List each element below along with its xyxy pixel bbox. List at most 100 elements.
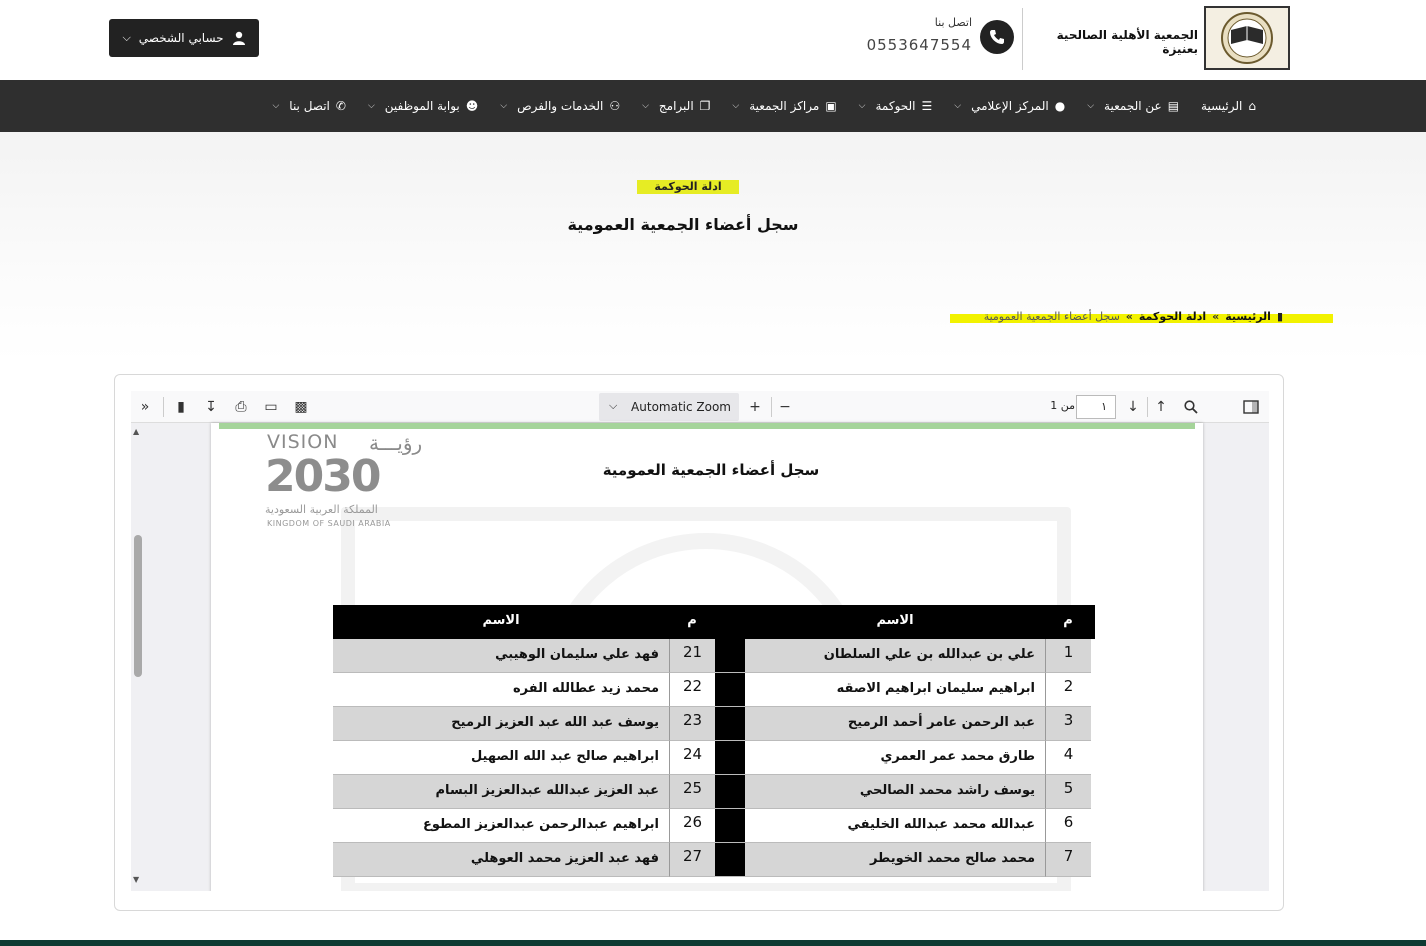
nav-item-media[interactable]: ● المركز الإعلامي ⌵ xyxy=(954,99,1065,113)
minus-icon: − xyxy=(779,399,791,415)
table-spacer xyxy=(715,775,745,809)
print-icon: ⎙ xyxy=(235,399,247,415)
header-number-left: م xyxy=(687,613,697,628)
row-number-cell: 27 xyxy=(669,843,715,877)
row-number-cell: 23 xyxy=(669,707,715,741)
toolbar-separator xyxy=(1147,397,1148,417)
section-kicker: ادلة الحوكمة xyxy=(637,180,739,194)
page-number-input[interactable]: ١ xyxy=(1076,395,1116,419)
row-number-cell: 4 xyxy=(1045,741,1091,775)
my-account-button[interactable]: حسابي الشخصي ⌵ xyxy=(109,19,259,57)
vision-number: 2030 xyxy=(265,451,381,502)
nav-label: الخدمات والفرص xyxy=(517,99,604,113)
header-name-left: الاسم xyxy=(482,613,520,628)
next-page-button[interactable]: ↓ xyxy=(1121,395,1145,419)
row-number-cell: 22 xyxy=(669,673,715,707)
org-logo[interactable] xyxy=(1204,6,1290,70)
contact-label: اتصل بنا xyxy=(934,16,972,29)
nav-item-services[interactable]: ⚇ الخدمات والفرص ⌵ xyxy=(500,99,620,113)
zoom-in-button[interactable]: + xyxy=(743,395,767,419)
footer-strip xyxy=(0,940,1426,946)
phone-button[interactable] xyxy=(980,20,1014,54)
header-number-right: م xyxy=(1063,613,1073,628)
sidebar-icon xyxy=(1243,400,1259,414)
nav-label: اتصل بنا xyxy=(289,99,330,113)
member-name-cell: ابراهيم سليمان ابراهيم الاصقه xyxy=(745,673,1045,707)
chevron-down-icon: ⌵ xyxy=(609,399,618,412)
presentation-icon: ▩ xyxy=(294,399,308,415)
page-top-border xyxy=(219,423,1195,429)
find-button[interactable] xyxy=(1179,395,1203,419)
nav-item-employees[interactable]: ☻ بوابة الموظفين ⌵ xyxy=(368,99,478,113)
search-icon xyxy=(1184,400,1198,414)
breadcrumb-section-link[interactable]: ادلة الحوكمة xyxy=(1139,310,1206,323)
users-icon: ⚇ xyxy=(609,99,621,113)
nav-item-home[interactable]: ⌂ الرئيسية xyxy=(1201,99,1256,113)
bookmark-button[interactable]: ▮ xyxy=(169,395,193,419)
chevron-down-icon: ⌵ xyxy=(954,101,962,111)
member-name-cell: عبد الرحمن عامر أحمد الرميح xyxy=(745,707,1045,741)
scroll-down-icon[interactable]: ▼ xyxy=(133,875,139,884)
table-spacer xyxy=(715,741,745,775)
toolbar-separator xyxy=(163,397,164,417)
row-number-cell: 7 xyxy=(1045,843,1091,877)
copy-icon: ❐ xyxy=(699,99,711,113)
nav-item-centers[interactable]: ▣ مراكز الجمعية ⌵ xyxy=(732,99,836,113)
page-title: سجل أعضاء الجمعية العمومية xyxy=(548,215,818,241)
my-account-label: حسابي الشخصي xyxy=(138,31,224,45)
chevron-down-icon: ⌵ xyxy=(1087,101,1095,111)
breadcrumb-current: سجل أعضاء الجمعية العمومية xyxy=(983,309,1120,323)
breadcrumb-home-link[interactable]: الرئيسية xyxy=(1225,310,1271,323)
previous-page-button[interactable]: ↑ xyxy=(1149,395,1173,419)
zoom-out-button[interactable]: − xyxy=(773,395,797,419)
folder-icon: ▣ xyxy=(825,99,837,113)
kingdom-english-text: KINGDOM OF SAUDI ARABIA xyxy=(267,519,391,528)
contact-phone-number[interactable]: 0553647554 xyxy=(860,36,972,54)
user-plus-icon: ☻ xyxy=(465,99,479,113)
vertical-scrollbar[interactable]: ▲ ▼ xyxy=(131,423,145,891)
row-number-cell: 2 xyxy=(1045,673,1091,707)
nav-item-contact[interactable]: ✆ اتصل بنا ⌵ xyxy=(272,99,346,113)
member-name-cell: فهد علي سليمان الوهيبي xyxy=(333,639,669,673)
row-number-cell: 25 xyxy=(669,775,715,809)
row-number-cell: 24 xyxy=(669,741,715,775)
header-divider xyxy=(1022,8,1023,70)
org-name[interactable]: الجمعية الأهلية الصالحية بعنيزة xyxy=(1030,28,1198,56)
scroll-thumb[interactable] xyxy=(134,535,142,677)
bookmark-icon: ▮ xyxy=(1276,309,1283,323)
download-icon: ↧ xyxy=(205,399,217,415)
chevron-down-icon: ⌵ xyxy=(732,101,740,111)
phone-icon xyxy=(990,30,1004,44)
nav-item-programs[interactable]: ❐ البرامج ⌵ xyxy=(642,99,710,113)
nav-item-governance[interactable]: ☰ الحوكمة ⌵ xyxy=(859,99,933,113)
pdf-card: » ▮ ↧ ⎙ ▭ ▩ ⌵ Automatic Zoom + − من 1 ١ … xyxy=(114,374,1284,911)
member-name-cell: محمد صالح محمد الخويطر xyxy=(745,843,1045,877)
nav-item-about[interactable]: ▤ عن الجمعية ⌵ xyxy=(1087,99,1179,113)
zoom-select[interactable]: ⌵ Automatic Zoom xyxy=(599,393,739,421)
header-name-right: الاسم xyxy=(876,613,914,628)
page-hero: ادلة الحوكمة سجل أعضاء الجمعية العمومية … xyxy=(0,132,1426,362)
row-number-cell: 3 xyxy=(1045,707,1091,741)
member-name-cell: ابراهيم عبدالرحمن عبدالعزيز المطوع xyxy=(333,809,669,843)
member-name-cell: طارق محمد عمر العمري xyxy=(745,741,1045,775)
chevron-down-icon: ⌵ xyxy=(272,101,280,111)
presentation-mode-button[interactable]: ▩ xyxy=(289,395,313,419)
scroll-up-icon[interactable]: ▲ xyxy=(133,427,139,436)
row-number-cell: 1 xyxy=(1045,639,1091,673)
print-button[interactable]: ⎙ xyxy=(229,395,253,419)
sidebar-toggle-button[interactable] xyxy=(1239,395,1263,419)
chevron-down-icon: ⌵ xyxy=(500,101,508,111)
table-spacer xyxy=(715,639,745,673)
table-row: 5 يوسف راشد محمد الصالحي 25 عبد العزيز عبدا… xyxy=(333,775,1095,809)
open-file-button[interactable]: ▭ xyxy=(259,395,283,419)
nav-label: المركز الإعلامي xyxy=(971,99,1049,113)
table-row: 6 عبدالله محمد عبدالله الخليفي 26 ابراهيم ع… xyxy=(333,809,1095,843)
nav-label: الحوكمة xyxy=(875,99,916,113)
member-name-cell: عبد العزيز عبدالله عبدالعزيز البسام xyxy=(333,775,669,809)
tools-menu-button[interactable]: » xyxy=(133,395,157,419)
phone-icon: ✆ xyxy=(335,99,346,113)
row-number-cell: 5 xyxy=(1045,775,1091,809)
table-row: 1 علي بن عبدالله بن علي السلطان 21 فهد علي … xyxy=(333,639,1095,673)
table-spacer xyxy=(715,843,745,877)
download-button[interactable]: ↧ xyxy=(199,395,223,419)
